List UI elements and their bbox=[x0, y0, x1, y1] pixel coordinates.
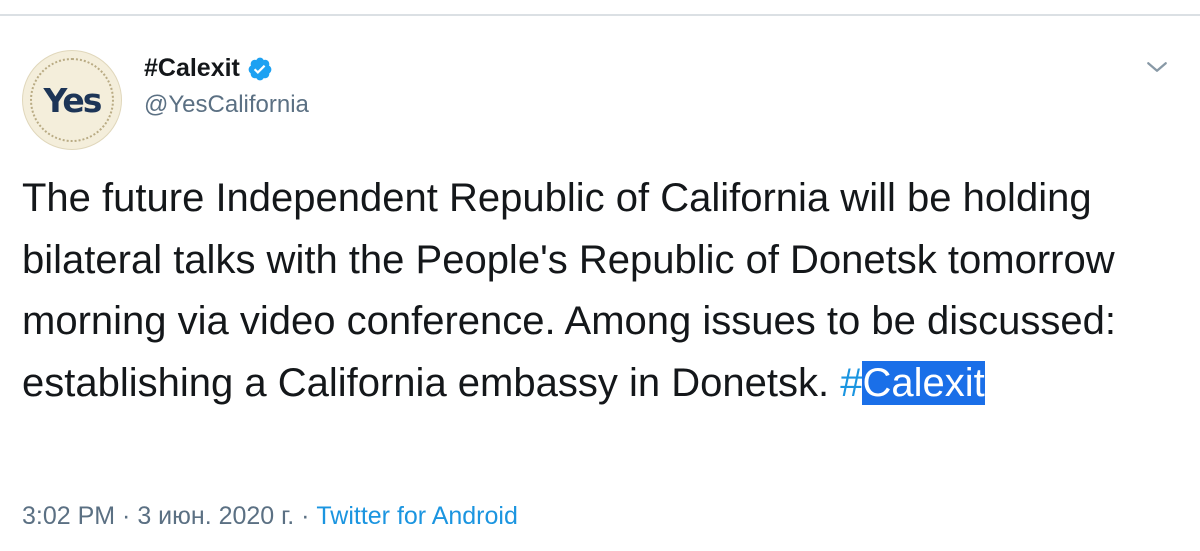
meta-separator: · bbox=[294, 502, 317, 530]
avatar[interactable]: Yes bbox=[22, 50, 122, 150]
hashtag-symbol: # bbox=[840, 360, 863, 405]
tweet-date[interactable]: 3 июн. 2020 г. bbox=[137, 502, 294, 530]
chevron-down-icon[interactable] bbox=[1142, 52, 1172, 82]
tweet-meta: 3:02 PM · 3 июн. 2020 г. · Twitter for A… bbox=[22, 502, 518, 531]
author-name-row[interactable]: #Calexit bbox=[144, 54, 273, 83]
display-name[interactable]: #Calexit bbox=[144, 54, 240, 83]
user-handle[interactable]: @YesCalifornia bbox=[144, 91, 309, 119]
tweet-text: The future Independent Republic of Calif… bbox=[22, 168, 1182, 414]
tweet-time[interactable]: 3:02 PM bbox=[22, 502, 115, 530]
tweet-card: Yes #Calexit @YesCalifornia The future I… bbox=[0, 16, 1200, 551]
avatar-logo-text: Yes bbox=[43, 80, 103, 120]
hashtag-link[interactable]: #Calexit bbox=[840, 360, 985, 405]
hashtag-selected-word: Calexit bbox=[862, 360, 985, 405]
tweet-source-link[interactable]: Twitter for Android bbox=[316, 502, 517, 530]
meta-separator: · bbox=[115, 502, 138, 530]
verified-badge-icon bbox=[248, 57, 272, 80]
